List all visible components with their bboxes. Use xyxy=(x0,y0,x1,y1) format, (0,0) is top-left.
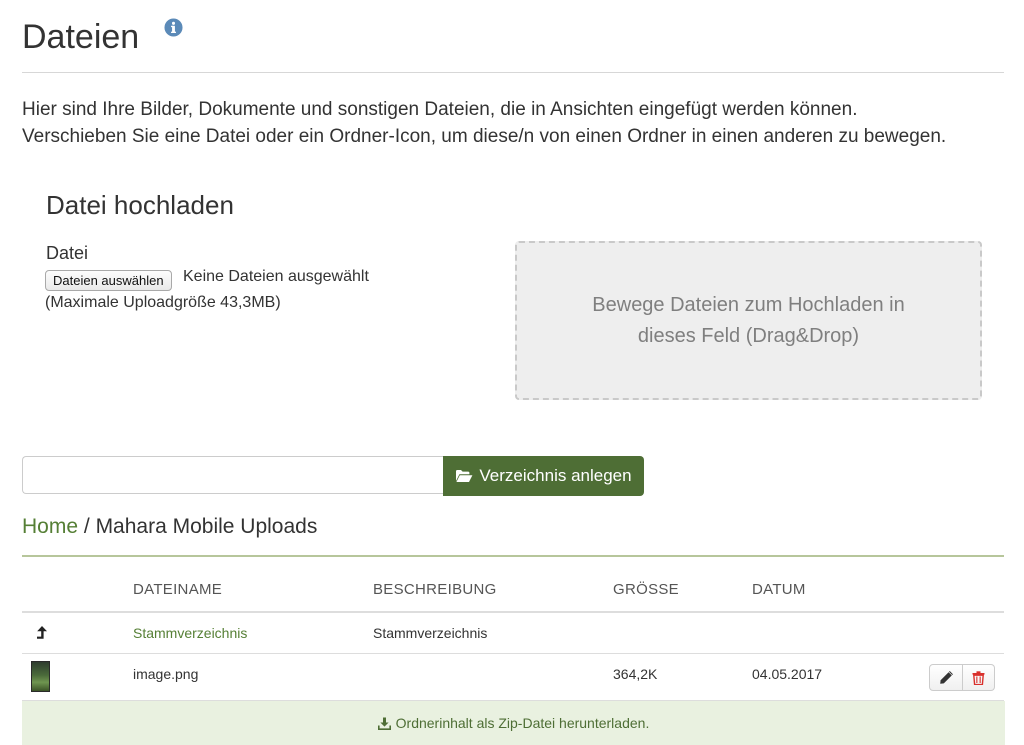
dropzone-line-2: dieses Feld (Drag&Drop) xyxy=(637,324,860,347)
create-folder-button[interactable]: Verzeichnis anlegen xyxy=(443,456,644,496)
trash-icon xyxy=(972,670,985,685)
file-status-text: Keine Dateien ausgewählt xyxy=(183,268,369,285)
upload-section-title: Datei hochladen xyxy=(46,190,234,220)
intro-line-1: Hier sind Ihre Bilder, Dokumente und son… xyxy=(22,99,858,120)
edit-button[interactable] xyxy=(929,664,963,691)
row-size: 364,2K xyxy=(613,666,658,682)
download-icon xyxy=(377,717,391,730)
page-header: Dateien xyxy=(22,14,1004,73)
table-row: image.png 364,2K 04.05.2017 xyxy=(22,654,1004,701)
files-page: Dateien Hier sind Ihre Bilder, Dokumente… xyxy=(0,0,1024,745)
folder-open-icon xyxy=(456,470,473,482)
zip-download-link[interactable]: Ordnerinhalt als Zip-Datei herunterladen… xyxy=(396,715,650,731)
file-label: Datei xyxy=(46,243,89,263)
info-icon[interactable] xyxy=(164,18,183,37)
pencil-icon xyxy=(940,670,953,684)
column-header-description: BESCHREIBUNG xyxy=(373,581,497,598)
dropzone-line-1: Bewege Dateien zum Hochladen in xyxy=(592,293,905,316)
column-header-date: DATUM xyxy=(752,581,806,598)
column-header-size: GRÖSSE xyxy=(613,581,679,598)
column-header-name[interactable]: DATEINAME xyxy=(133,581,222,598)
delete-button[interactable] xyxy=(963,664,995,691)
zip-download-bar: Ordnerinhalt als Zip-Datei herunterladen… xyxy=(22,701,1005,745)
dropzone[interactable]: Bewege Dateien zum Hochladen in dieses F… xyxy=(515,241,982,400)
page-title: Dateien xyxy=(22,18,140,56)
intro-text: Hier sind Ihre Bilder, Dokumente und son… xyxy=(22,96,1012,150)
file-thumbnail[interactable] xyxy=(31,661,50,692)
breadcrumb-current: Mahara Mobile Uploads xyxy=(95,515,318,538)
breadcrumb: Home / Mahara Mobile Uploads xyxy=(22,515,1004,557)
intro-line-2: Verschieben Sie eine Datei oder ein Ordn… xyxy=(22,126,947,147)
breadcrumb-home-link[interactable]: Home xyxy=(22,515,78,538)
file-table: DATEINAME BESCHREIBUNG GRÖSSE DATUM Stam… xyxy=(22,566,1004,701)
row-date: 04.05.2017 xyxy=(752,666,823,682)
dropzone-text: Bewege Dateien zum Hochladen in dieses F… xyxy=(592,290,904,352)
table-row: Stammverzeichnis Stammverzeichnis xyxy=(22,613,1004,654)
row-description: Stammverzeichnis xyxy=(373,625,488,641)
table-header: DATEINAME BESCHREIBUNG GRÖSSE DATUM xyxy=(22,566,1004,613)
choose-files-button[interactable]: Dateien auswählen xyxy=(45,270,172,291)
parent-folder-link[interactable]: Stammverzeichnis xyxy=(133,625,247,641)
level-up-icon xyxy=(37,626,47,639)
file-name[interactable]: image.png xyxy=(133,666,198,682)
max-upload-size: (Maximale Uploadgröße 43,3MB) xyxy=(45,294,281,311)
folder-name-input[interactable] xyxy=(22,456,443,494)
breadcrumb-separator: / xyxy=(83,515,90,538)
row-actions xyxy=(929,664,995,691)
create-folder-label: Verzeichnis anlegen xyxy=(479,466,632,485)
